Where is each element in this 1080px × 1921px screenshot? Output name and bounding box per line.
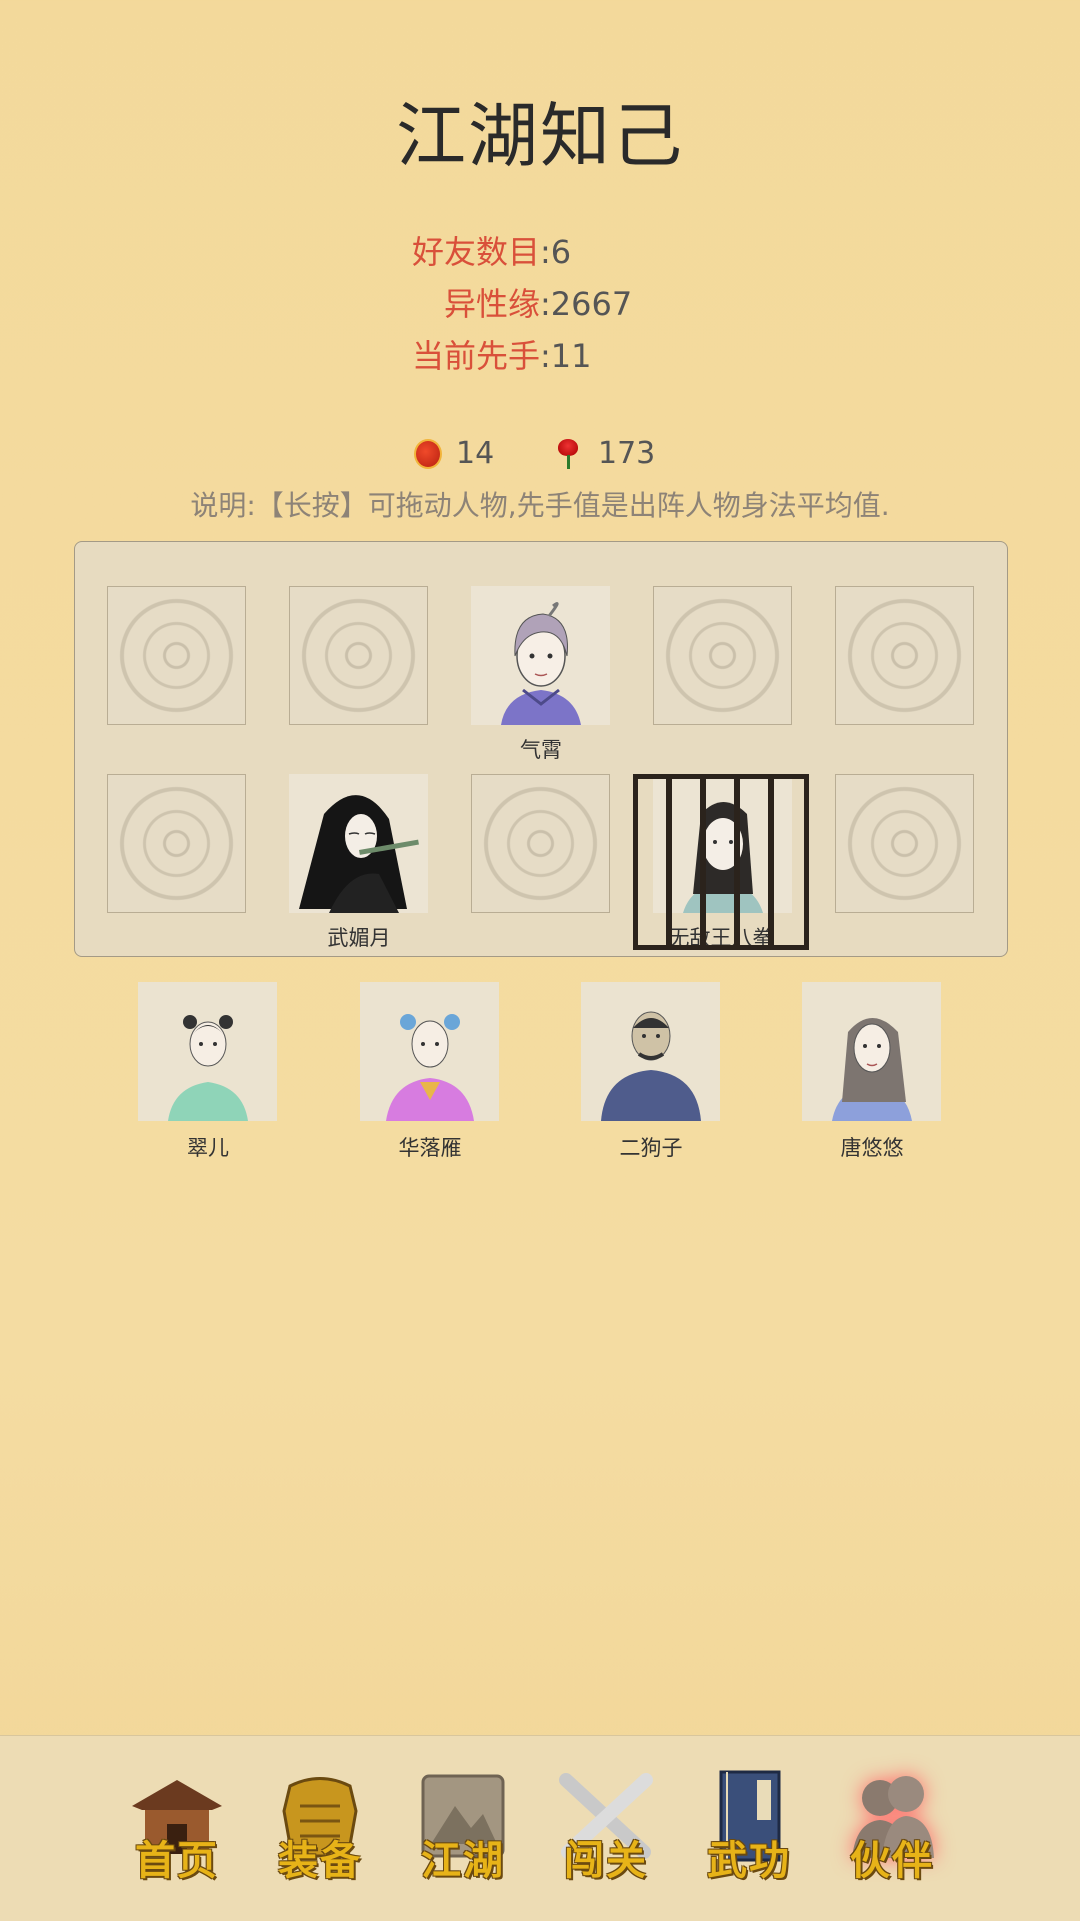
formation-slot-empty[interactable]: [653, 586, 792, 725]
nav-home-label: 首页: [135, 1837, 219, 1884]
character-name: 唐悠悠: [840, 1136, 904, 1160]
formation-slot-empty[interactable]: [471, 774, 610, 913]
bench-character-hualuoyan[interactable]: [360, 982, 499, 1121]
gourd-icon: [414, 439, 442, 469]
formation-slot-empty[interactable]: [107, 774, 246, 913]
formation-slot-empty[interactable]: [835, 586, 974, 725]
character-portrait-qixiao[interactable]: [471, 586, 610, 725]
bench-character-ergouzi[interactable]: [581, 982, 720, 1121]
friend-count-row: 好友数目 :6: [0, 230, 1080, 274]
nav-partners[interactable]: 伙伴: [827, 1766, 957, 1906]
bottom-navigation: 首页 装备 江湖 闯关 武功 伙伴: [0, 1735, 1080, 1921]
character-avatar: [138, 982, 277, 1121]
charm-label: 异性缘: [443, 285, 540, 323]
gourd-count: 14: [456, 436, 495, 471]
friend-count-value: :6: [540, 233, 572, 271]
character-avatar: [802, 982, 941, 1121]
nav-jianghu[interactable]: 江湖: [398, 1766, 528, 1906]
gourd-currency: 14: [414, 432, 494, 476]
formation-board: 气霄 武媚月 无敌王八拳: [74, 541, 1008, 957]
nav-challenge-label: 闯关: [564, 1837, 648, 1884]
character-avatar: [289, 774, 428, 913]
charm-row: 异性缘 :2667: [0, 282, 1080, 326]
initiative-row: 当前先手 :11: [0, 334, 1080, 378]
nav-equipment-label: 装备: [278, 1837, 362, 1884]
instruction-note: 说明:【长按】可拖动人物,先手值是出阵人物身法平均值.: [190, 489, 890, 522]
bench-character-tangyouyou[interactable]: [802, 982, 941, 1121]
character-avatar: [360, 982, 499, 1121]
nav-jianghu-label: 江湖: [421, 1837, 505, 1884]
nav-equipment[interactable]: 装备: [255, 1766, 385, 1906]
formation-slot-empty[interactable]: [835, 774, 974, 913]
bench-character-cuier[interactable]: [138, 982, 277, 1121]
friend-count-label: 好友数目: [411, 233, 540, 271]
formation-slot-empty[interactable]: [289, 586, 428, 725]
rose-count: 173: [598, 436, 656, 471]
character-avatar: [471, 586, 610, 725]
nav-martial-arts[interactable]: 武功: [684, 1766, 814, 1906]
cage-lock-icon: [633, 774, 809, 950]
character-name: 华落雁: [398, 1136, 462, 1160]
character-portrait-wumeiyue[interactable]: [289, 774, 428, 913]
charm-value: :2667: [540, 285, 633, 323]
initiative-label: 当前先手: [411, 337, 540, 375]
character-name: 翠儿: [187, 1136, 229, 1160]
character-name: 武媚月: [327, 926, 391, 950]
rose-currency: 173: [554, 432, 655, 476]
character-avatar: [581, 982, 720, 1121]
page-title: 江湖知己: [396, 95, 684, 177]
nav-partners-label: 伙伴: [850, 1837, 934, 1884]
nav-martial-arts-label: 武功: [707, 1837, 791, 1884]
initiative-value: :11: [540, 337, 592, 375]
nav-home[interactable]: 首页: [112, 1766, 242, 1906]
nav-challenge[interactable]: 闯关: [541, 1766, 671, 1906]
formation-slot-empty[interactable]: [107, 586, 246, 725]
character-name: 气霄: [520, 738, 562, 762]
character-name: 二狗子: [619, 1136, 683, 1160]
rose-icon: [554, 439, 584, 469]
